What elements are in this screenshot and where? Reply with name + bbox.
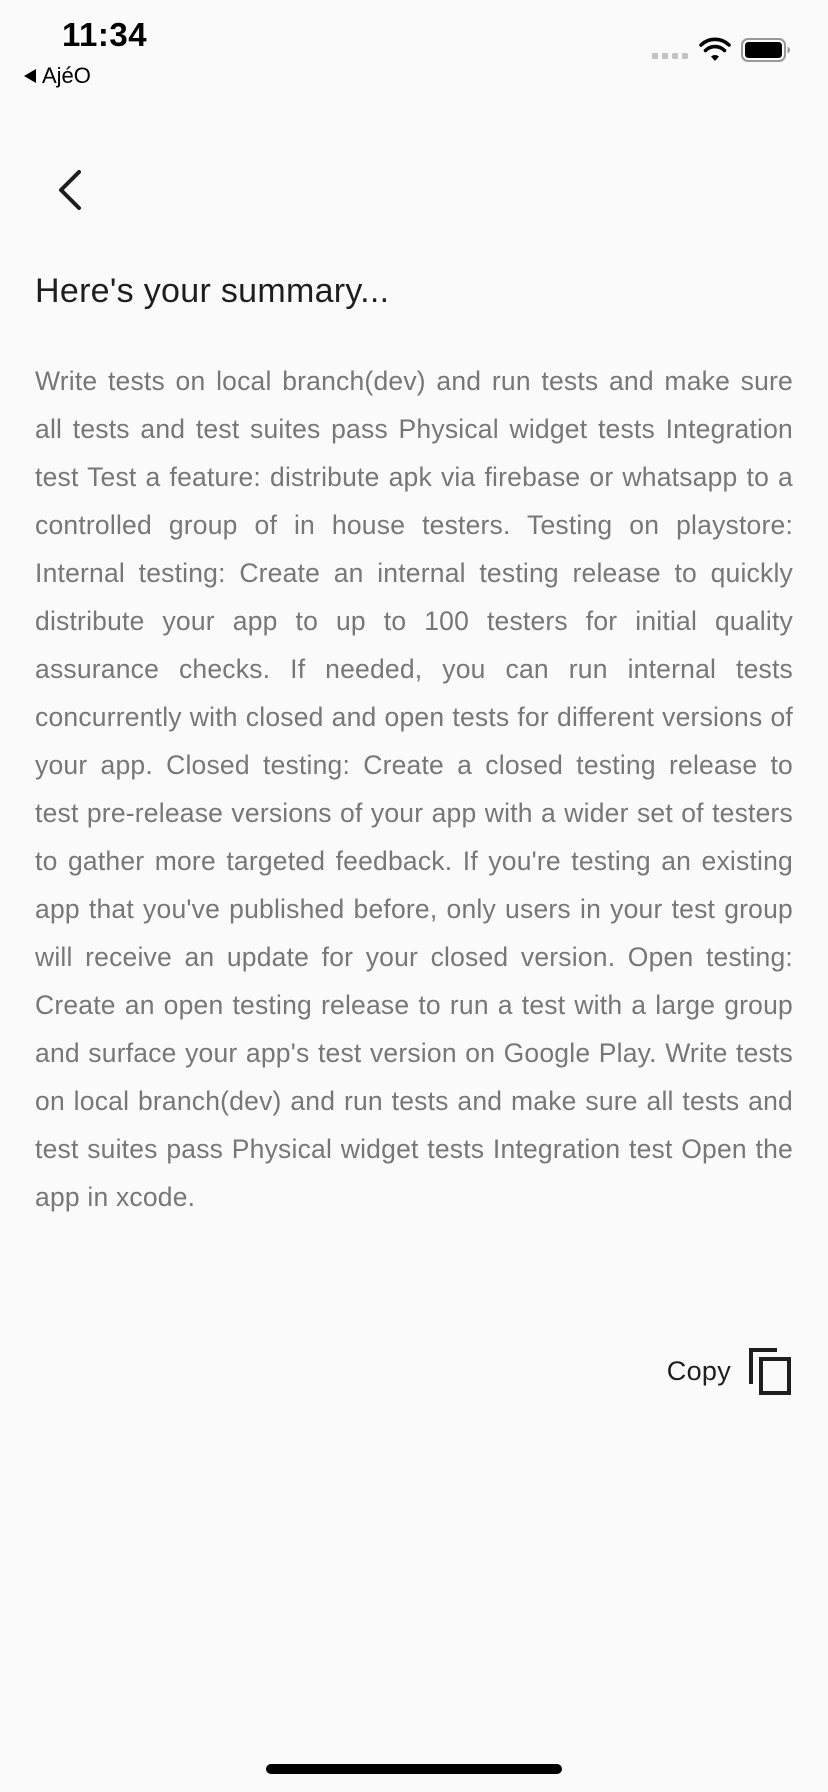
signal-dots-icon <box>652 53 688 59</box>
status-back-to-app[interactable]: AjéO <box>24 63 91 89</box>
back-button[interactable] <box>44 160 96 220</box>
page-title: Here's your summary... <box>35 272 390 310</box>
status-time: 11:34 <box>62 16 148 53</box>
back-triangle-icon <box>24 69 36 83</box>
copy-icon <box>749 1348 791 1395</box>
battery-icon <box>741 38 790 62</box>
copy-label: Copy <box>666 1355 731 1386</box>
chevron-left-icon <box>59 170 81 210</box>
home-indicator[interactable] <box>266 1764 562 1774</box>
status-bar: 11:34 AjéO <box>0 0 828 100</box>
wifi-icon <box>699 37 731 61</box>
status-back-app-label: AjéO <box>42 63 91 88</box>
copy-button[interactable]: Copy <box>667 1345 793 1397</box>
summary-text: Write tests on local branch(dev) and run… <box>35 366 793 1212</box>
